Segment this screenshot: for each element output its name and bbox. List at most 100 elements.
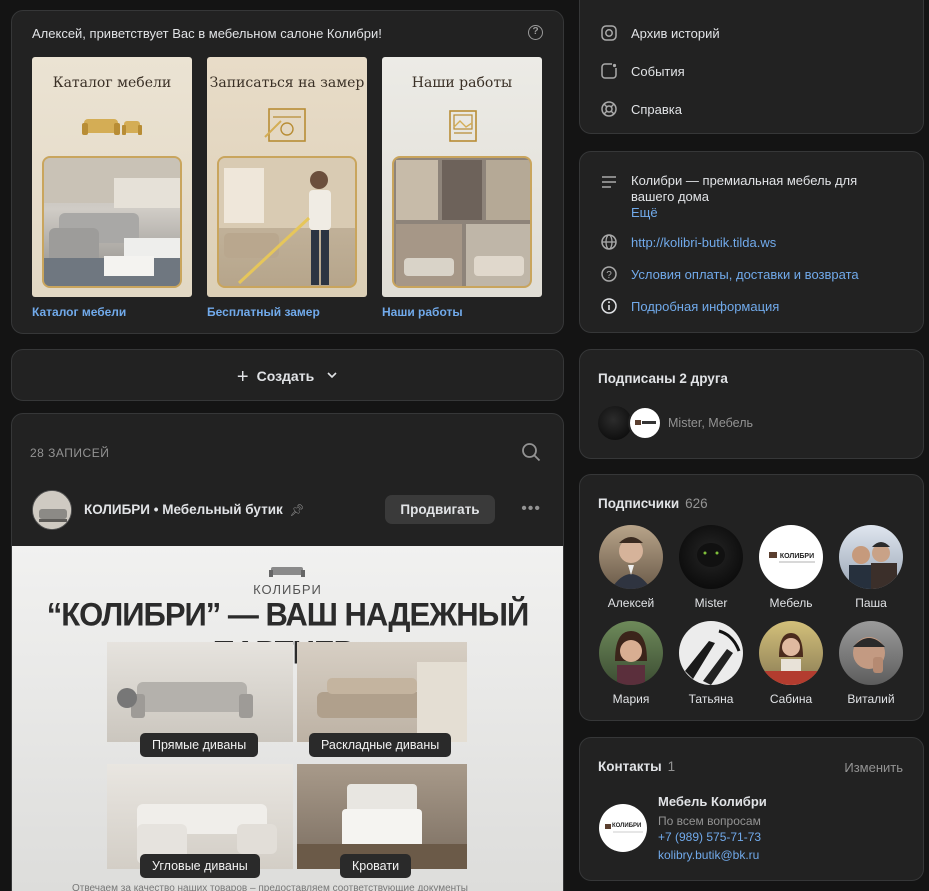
subscriber-name: Сабина — [769, 692, 813, 706]
subscriber-avatar — [679, 525, 743, 589]
subscribers-block: Подписчики 626 Алексей Mister КОЛИБРИ Меб… — [579, 474, 924, 721]
panel-label-corner: Угловые диваны — [140, 854, 260, 878]
subscribers-title-label: Подписчики — [598, 496, 680, 511]
post-author-label: КОЛИБРИ • Мебельный бутик — [84, 502, 283, 517]
community-info: Колибри — премиальная мебель для вашего … — [579, 151, 924, 333]
calendar-icon — [601, 63, 617, 79]
tile-catalog-photo — [42, 156, 182, 288]
tile-catalog[interactable]: Каталог мебели — [32, 57, 192, 297]
tile-measure[interactable]: Записаться на замер — [207, 57, 367, 297]
plus-icon: + — [236, 366, 249, 388]
contacts-edit-link[interactable]: Изменить — [844, 760, 903, 775]
subscriber-vitaly[interactable]: Виталий — [831, 621, 911, 706]
subscribers-count: 626 — [685, 496, 708, 511]
subscriber-name: Мебель — [769, 596, 813, 610]
welcome-title: Алексей, приветствует Вас в мебельном са… — [32, 26, 382, 41]
contact-email[interactable]: kolibry.butik@bk.ru — [658, 848, 759, 862]
create-label: Создать — [256, 368, 315, 384]
help-icon[interactable]: ? — [528, 25, 543, 40]
subscriber-name: Виталий — [847, 692, 895, 706]
post-brand: КОЛИБРИ — [253, 582, 322, 597]
search-icon[interactable] — [521, 442, 541, 462]
welcome-card: Алексей, приветствует Вас в мебельном са… — [11, 10, 564, 334]
brand-logo-icon — [269, 567, 305, 577]
subscriber-name: Татьяна — [688, 692, 734, 706]
subscriber-name: Mister — [694, 596, 728, 610]
question-circle-icon: ? — [601, 266, 617, 282]
info-more-link[interactable]: Ещё — [631, 205, 658, 220]
chevron-down-icon — [327, 372, 337, 379]
tile-measure-title: Записаться на замер — [209, 75, 365, 91]
panel-label-folding: Раскладные диваны — [309, 733, 452, 757]
tile-works-photo — [392, 156, 532, 288]
menu-item-story-archive-label: Архив историй — [631, 26, 720, 41]
svg-text:КОЛИБРИ: КОЛИБРИ — [780, 553, 814, 560]
contact-role: По всем вопросам — [658, 814, 761, 828]
info-icon — [601, 298, 617, 314]
panel-label-straight: Прямые диваны — [140, 733, 259, 757]
friend-avatar-mister[interactable] — [598, 406, 632, 440]
post-author-name[interactable]: КОЛИБРИ • Мебельный бутик 📌︎ — [84, 502, 305, 517]
tile-measure-caption[interactable]: Бесплатный замер — [207, 305, 320, 319]
friends-title[interactable]: Подписаны 2 друга — [598, 371, 728, 386]
post-image[interactable]: КОЛИБРИ “КОЛИБРИ” — ВАШ НАДЕЖНЫЙ ПАРТНЕР… — [12, 546, 563, 891]
contact-avatar-logo-text: КОЛИБРИ — [612, 823, 642, 829]
friends-names: Mister, Мебель — [668, 416, 754, 430]
create-card: + Создать — [11, 349, 564, 401]
text-lines-icon — [602, 176, 616, 188]
menu-item-help-label: Справка — [631, 102, 682, 117]
contact-name[interactable]: Мебель Колибри — [658, 794, 767, 809]
tile-catalog-caption[interactable]: Каталог мебели — [32, 305, 126, 319]
panel-label-beds: Кровати — [340, 854, 412, 878]
contact-phone[interactable]: +7 (989) 575-71-73 — [658, 830, 761, 844]
contact-avatar[interactable]: КОЛИБРИ — [599, 804, 647, 852]
subscriber-name: Мария — [612, 692, 650, 706]
pin-icon: 📌︎ — [289, 503, 305, 517]
tile-works[interactable]: Наши работы — [382, 57, 542, 297]
subscriber-sabina[interactable]: Сабина — [751, 621, 831, 706]
posts-count: 28 ЗАПИСЕЙ — [30, 446, 110, 460]
community-menu: Архив историй События Справка — [579, 0, 924, 134]
create-button[interactable]: + Создать — [12, 366, 563, 389]
subscriber-name: Алексей — [607, 596, 655, 610]
more-options-icon[interactable]: ••• — [521, 500, 541, 518]
subscriber-avatar — [839, 525, 903, 589]
subscriber-maria[interactable]: Мария — [591, 621, 671, 706]
friend-avatar-mebel[interactable] — [628, 406, 662, 440]
subscriber-avatar — [599, 525, 663, 589]
gallery-icon — [449, 110, 477, 142]
subscriber-mister[interactable]: Mister — [671, 525, 751, 610]
tile-works-caption[interactable]: Наши работы — [382, 305, 463, 319]
info-website-link[interactable]: http://kolibri-butik.tilda.ws — [631, 235, 776, 250]
tile-measure-photo — [217, 156, 357, 288]
panel-folding-sofas — [297, 642, 467, 742]
instagram-icon — [601, 25, 617, 41]
contacts-block: Контакты 1 Изменить КОЛИБРИ Мебель Колибр… — [579, 737, 924, 881]
subscriber-pasha[interactable]: Паша — [831, 525, 911, 610]
subscriber-tatyana[interactable]: Татьяна — [671, 621, 751, 706]
subscribers-title[interactable]: Подписчики 626 — [598, 496, 708, 511]
post-author-avatar[interactable] — [32, 490, 72, 530]
svg-text:?: ? — [606, 270, 612, 281]
info-terms-link[interactable]: Условия оплаты, доставки и возврата — [631, 267, 859, 282]
promote-button[interactable]: Продвигать — [385, 495, 495, 524]
wall-feed: 28 ЗАПИСЕЙ КОЛИБРИ • Мебельный бутик 📌︎ … — [11, 413, 564, 891]
tile-works-title: Наши работы — [411, 75, 513, 91]
blueprint-icon — [264, 108, 306, 142]
subscriber-alexey[interactable]: Алексей — [591, 525, 671, 610]
subscriber-avatar — [839, 621, 903, 685]
subscriber-avatar — [599, 621, 663, 685]
info-details-link[interactable]: Подробная информация — [631, 299, 779, 314]
contacts-title[interactable]: Контакты 1 — [598, 759, 675, 774]
panel-straight-sofas — [107, 642, 293, 742]
info-description-text: Колибри — премиальная мебель для вашего … — [631, 173, 858, 204]
help-ring-icon — [601, 101, 617, 117]
menu-item-events-label: События — [631, 64, 685, 79]
tile-catalog-title: Каталог мебели — [52, 75, 172, 91]
sofa-icon — [82, 119, 142, 135]
subscriber-avatar: КОЛИБРИ — [759, 525, 823, 589]
subscriber-avatar — [759, 621, 823, 685]
subscriber-mebel[interactable]: КОЛИБРИ Мебель — [751, 525, 831, 610]
subscriber-name: Паша — [855, 596, 887, 610]
contacts-count: 1 — [667, 759, 676, 774]
